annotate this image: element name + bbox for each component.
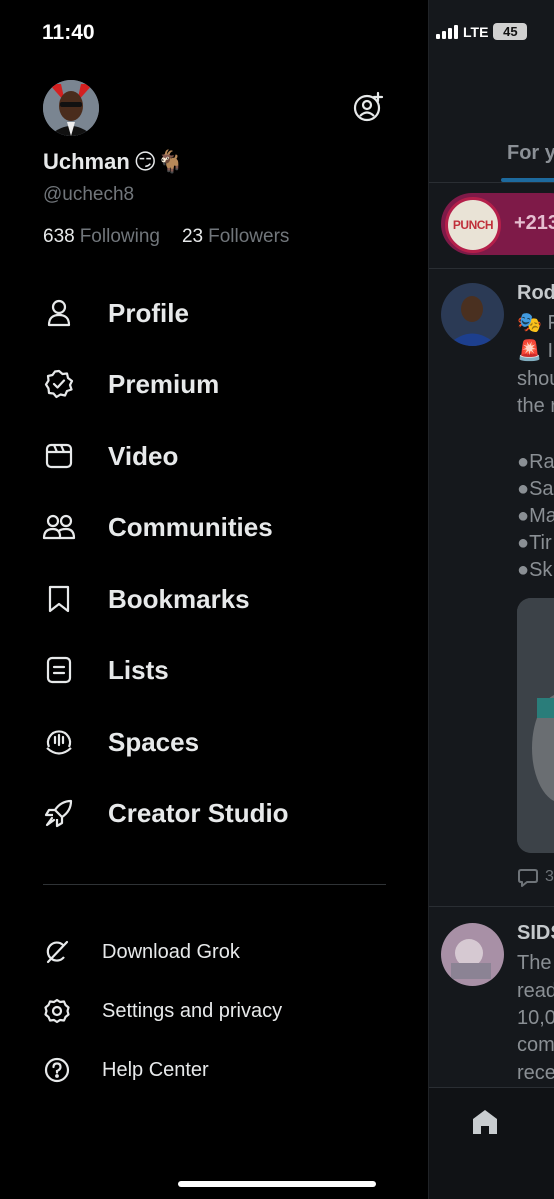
menu-item-help-center[interactable]: Help Center — [42, 1053, 209, 1087]
battery-level: 45 — [503, 24, 518, 39]
reply-count: 3 — [545, 868, 554, 885]
add-account-icon[interactable] — [352, 91, 384, 123]
bottom-tab-bar — [429, 1087, 554, 1199]
post-text-line: ●Ra — [517, 451, 554, 473]
menu-label-settings: Settings and privacy — [102, 999, 283, 1022]
gear-icon — [42, 996, 72, 1026]
nav-label-communities: Communities — [108, 511, 273, 542]
status-time: 11:40 — [42, 21, 95, 44]
display-name[interactable]: Uchman 😏🐐 — [43, 149, 184, 175]
nav-item-bookmarks[interactable]: Bookmarks — [42, 579, 250, 619]
avatar[interactable] — [43, 80, 99, 136]
post-text-line: the r — [517, 395, 554, 417]
post-text-line: 🎭 F — [517, 312, 554, 334]
post-text-line: The — [517, 952, 552, 974]
post-text-line: 🚨 I — [517, 340, 554, 362]
nav-label-profile: Profile — [108, 297, 189, 328]
followers-label[interactable]: Followers — [208, 226, 289, 248]
tab-for-you[interactable]: For y — [507, 142, 554, 165]
video-icon — [42, 439, 76, 473]
nav-item-communities[interactable]: Communities — [42, 507, 273, 547]
feed-divider — [429, 906, 554, 907]
post-text-line: rece — [517, 1062, 554, 1084]
feed-divider — [429, 268, 554, 269]
feed-divider — [429, 182, 554, 183]
post-author[interactable]: Rod — [517, 282, 554, 305]
reply-icon — [518, 869, 538, 887]
following-count[interactable]: 638 — [43, 226, 75, 248]
communities-icon — [42, 510, 76, 544]
nav-item-profile[interactable]: Profile — [42, 293, 189, 333]
punch-logo: PUNCH — [445, 197, 501, 253]
home-indicator[interactable] — [178, 1181, 376, 1187]
nav-label-spaces: Spaces — [108, 726, 200, 757]
help-icon — [42, 1055, 72, 1085]
punch-logo-text: PUNCH — [452, 218, 494, 232]
bookmark-icon — [42, 582, 76, 616]
nav-label-premium: Premium — [108, 368, 220, 399]
person-icon — [42, 296, 76, 330]
reply-action[interactable]: 3 — [517, 866, 554, 888]
rocket-icon — [42, 796, 76, 830]
divider — [43, 884, 386, 885]
post-text-line: ●Ma — [517, 505, 554, 527]
post-author[interactable]: SIDS — [517, 922, 554, 945]
post-text-line: shou — [517, 368, 554, 390]
menu-label-help-center: Help Center — [102, 1058, 209, 1081]
post-avatar[interactable] — [441, 923, 504, 986]
signal-icon — [436, 24, 458, 39]
verified-badge-icon — [42, 367, 76, 401]
side-drawer: Uchman 😏🐐 @uchech8 638 Following 23 Follo… — [0, 0, 428, 1199]
nav-label-bookmarks: Bookmarks — [108, 583, 250, 614]
nav-item-lists[interactable]: Lists — [42, 650, 169, 690]
status-indicators: LTE 45 — [436, 23, 528, 40]
post-text-line: ●Tir — [517, 532, 552, 554]
post-text-line: ●Sk — [517, 559, 553, 581]
post-text-line: com — [517, 1034, 554, 1056]
followers-count[interactable]: 23 — [182, 226, 203, 248]
nav-label-video: Video — [108, 440, 179, 471]
spaces-icon — [42, 725, 76, 759]
nav-item-premium[interactable]: Premium — [42, 364, 219, 404]
home-icon[interactable] — [471, 1108, 499, 1136]
nav-label-lists: Lists — [108, 654, 169, 685]
network-type: LTE — [463, 23, 489, 40]
post-text-line: ●Sa — [517, 478, 554, 500]
menu-label-download-grok: Download Grok — [102, 940, 240, 963]
grok-icon — [42, 937, 72, 967]
list-icon — [42, 653, 76, 687]
post-text-line: 10,0 — [517, 1007, 554, 1029]
display-name-text: Uchman — [43, 149, 130, 174]
nav-label-creator-studio: Creator Studio — [108, 797, 289, 828]
user-handle: @uchech8 — [43, 184, 135, 205]
battery-icon: 45 — [493, 23, 528, 40]
post-text-line: read — [517, 980, 554, 1002]
following-label[interactable]: Following — [80, 226, 160, 248]
menu-item-download-grok[interactable]: Download Grok — [42, 935, 240, 969]
spaces-listener-count: +213 — [514, 212, 554, 234]
nav-item-creator-studio[interactable]: Creator Studio — [42, 793, 289, 833]
home-feed-dimmed[interactable]: For y PUNCH +213 Rod 🎭 F 🚨 I shou the r … — [428, 0, 554, 1199]
nav-item-video[interactable]: Video — [42, 436, 178, 476]
follow-stats: 638 Following 23 Followers — [43, 226, 289, 248]
post-media[interactable] — [517, 598, 554, 853]
display-name-emoji: 😏🐐 — [133, 149, 185, 174]
menu-item-settings[interactable]: Settings and privacy — [42, 994, 282, 1028]
nav-item-spaces[interactable]: Spaces — [42, 722, 199, 762]
post-avatar[interactable] — [441, 283, 504, 346]
